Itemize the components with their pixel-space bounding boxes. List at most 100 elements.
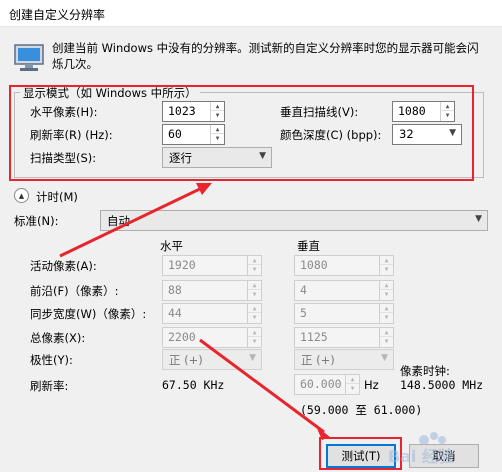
chevron-down-icon: ▼ [449,128,456,138]
standard-label: 标准(N): [14,214,59,228]
refresh-rate-spinner[interactable]: ▲ ▼ [210,125,224,144]
column-vertical: 垂直 [297,239,320,253]
total-v-spinner: ▲ ▼ [379,328,393,347]
refresh-v-spinner: ▲ ▼ [345,375,359,394]
polarity-label: 极性(Y): [30,353,73,367]
svg-text:Bai 经验: Bai 经验 [388,447,455,466]
spin-up-icon: ▲ [380,281,393,290]
spin-up-icon: ▲ [248,256,261,265]
v-scanlines-value: 1080 [398,104,426,118]
polarity-h-value: 正 (+) [169,353,203,367]
scan-type-select[interactable]: 逐行 ▼ [162,147,272,168]
color-depth-value: 32 [399,127,414,141]
sync-h-input[interactable]: 44 ▲ ▼ [162,303,262,324]
sync-width-label: 同步宽度(W)（像素）: [30,307,147,321]
front-h-value: 88 [168,283,182,297]
total-v-input[interactable]: 1125 ▲ ▼ [294,327,394,348]
front-v-spinner: ▲ ▼ [379,281,393,300]
active-v-value: 1080 [300,258,328,272]
total-h-input[interactable]: 2200 ▲ ▼ [162,327,262,348]
chevron-up-icon: ▲ [18,191,25,200]
collapse-timing-button[interactable]: ▲ [14,188,29,203]
monitor-icon [14,44,44,71]
polarity-h-select[interactable]: 正 (+) ▼ [162,349,262,370]
timing-refresh-label: 刷新率: [30,379,69,393]
color-depth-select[interactable]: 32 ▼ [392,124,462,145]
total-h-value: 2200 [168,330,196,344]
scan-type-value: 逐行 [169,151,192,165]
spin-up-icon: ▲ [248,328,261,337]
spin-down-icon[interactable]: ▼ [211,134,224,143]
timing-title: 计时(M) [36,190,78,204]
active-v-spinner: ▲ ▼ [379,256,393,275]
refresh-v-input[interactable]: 60.000 ▲ ▼ [294,374,360,395]
refresh-h-value: 67.50 KHz [162,378,225,392]
polarity-v-value: 正 (+) [301,353,335,367]
chevron-down-icon: ▼ [249,353,256,363]
v-scanlines-spinner[interactable]: ▲ ▼ [440,102,454,121]
active-h-spinner: ▲ ▼ [247,256,261,275]
refresh-v-unit: Hz [364,378,379,392]
total-v-value: 1125 [300,330,328,344]
sync-v-spinner: ▲ ▼ [379,304,393,323]
front-h-input[interactable]: 88 ▲ ▼ [162,280,262,301]
spin-up-icon: ▲ [248,281,261,290]
spin-down-icon: ▼ [252,291,257,298]
spin-down-icon: ▼ [384,314,389,321]
spin-up-icon: ▲ [380,328,393,337]
standard-value: 自动 [107,214,130,228]
sync-h-value: 44 [168,306,182,320]
spin-up-icon: ▲ [346,375,359,384]
refresh-range: (59.000 至 61.000) [300,403,423,417]
window-title: 创建自定义分辨率 [9,8,106,22]
total-h-spinner: ▲ ▼ [247,328,261,347]
chevron-down-icon: ▼ [475,214,482,224]
spin-up-icon[interactable]: ▲ [211,102,224,111]
spin-up-icon[interactable]: ▲ [441,102,454,111]
front-v-value: 4 [300,283,307,297]
front-porch-label: 前沿(F)（像素）: [30,284,119,298]
spin-down-icon: ▼ [384,291,389,298]
active-v-input[interactable]: 1080 ▲ ▼ [294,255,394,276]
spin-down-icon: ▼ [252,314,257,321]
front-h-spinner: ▲ ▼ [247,281,261,300]
spin-up-icon: ▲ [380,256,393,265]
polarity-v-select[interactable]: 正 (+) ▼ [294,349,394,370]
refresh-rate-input[interactable]: 60 ▲ ▼ [162,124,225,145]
baidu-watermark-logo: Bai 经验 [388,432,455,466]
column-horizontal: 水平 [160,239,183,253]
spin-up-icon[interactable]: ▲ [211,125,224,134]
refresh-v-value: 60.000 [300,377,342,391]
refresh-rate-value: 60 [168,127,182,141]
spin-up-icon: ▲ [380,304,393,313]
spin-down-icon: ▼ [350,385,355,392]
total-pixels-label: 总像素(X): [30,331,86,345]
active-h-value: 1920 [168,258,196,272]
h-pixels-input[interactable]: 1023 ▲ ▼ [162,101,225,122]
h-pixels-spinner[interactable]: ▲ ▼ [210,102,224,121]
active-h-input[interactable]: 1920 ▲ ▼ [162,255,262,276]
pixel-clock-value: 148.5000 MHz [400,378,484,392]
sync-v-input[interactable]: 5 ▲ ▼ [294,303,394,324]
v-scanlines-input[interactable]: 1080 ▲ ▼ [392,101,455,122]
chevron-down-icon: ▼ [259,151,266,161]
spin-up-icon: ▲ [248,304,261,313]
active-pixels-label: 活动像素(A): [30,259,97,273]
front-v-input[interactable]: 4 ▲ ▼ [294,280,394,301]
spin-down-icon: ▼ [384,266,389,273]
title-bar: 创建自定义分辨率 [0,0,502,27]
h-pixels-label: 水平像素(H): [30,105,98,119]
sync-v-value: 5 [300,306,307,320]
spin-down-icon[interactable]: ▼ [211,111,224,120]
color-depth-label: 颜色深度(C) (bpp): [280,128,382,142]
sync-h-spinner: ▲ ▼ [247,304,261,323]
spin-down-icon[interactable]: ▼ [441,111,454,120]
scan-type-label: 扫描类型(S): [30,151,97,165]
spin-down-icon: ▼ [384,338,389,345]
display-mode-legend: 显示模式（如 Windows 中所示） [20,85,200,101]
chevron-down-icon: ▼ [381,353,388,363]
standard-select[interactable]: 自动 ▼ [100,210,488,231]
intro-text: 创建当前 Windows 中没有的分辨率。测试新的自定义分辨率时您的显示器可能会… [52,41,479,71]
spin-down-icon: ▼ [252,338,257,345]
v-scanlines-label: 垂直扫描线(V): [280,105,359,119]
